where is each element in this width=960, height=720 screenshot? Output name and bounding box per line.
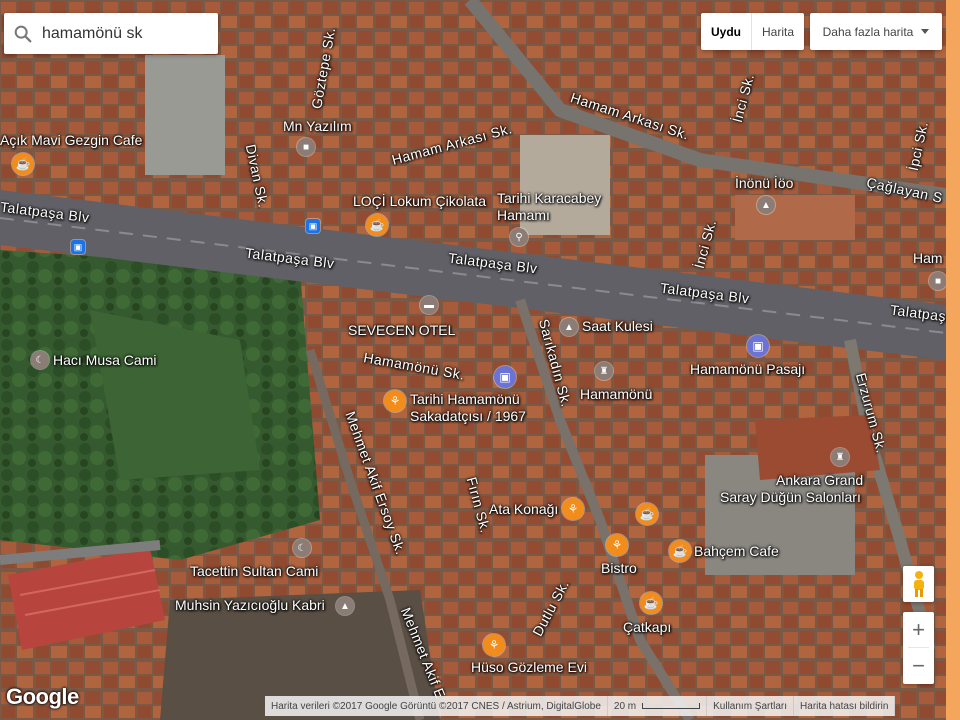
bus-stop-icon[interactable]: ▣	[71, 240, 85, 254]
scale-bar	[642, 703, 701, 709]
satellite-imagery	[0, 0, 960, 720]
map-footer: Harita verileri ©2017 Google Görüntü ©20…	[265, 696, 896, 716]
bus-stop-icon[interactable]: ▣	[306, 219, 320, 233]
restaurant-icon[interactable]: ⚘	[384, 390, 406, 412]
terms-link[interactable]: Kullanım Şartları	[707, 696, 795, 716]
cafe-icon[interactable]: ☕	[636, 503, 658, 525]
map-type-control: Uydu Harita	[701, 13, 805, 50]
restroom-icon[interactable]: ⚲	[510, 228, 528, 246]
school-icon[interactable]: ▲	[757, 196, 775, 214]
mosque-icon[interactable]: ☾	[293, 539, 311, 557]
search-box[interactable]	[4, 13, 218, 54]
attribution-text: Harita verileri ©2017 Google Görüntü ©20…	[265, 696, 608, 716]
street-view-pegman[interactable]	[903, 566, 934, 602]
zoom-in-button[interactable]: +	[903, 612, 934, 647]
scale-label: 20 m	[613, 700, 637, 712]
venue-icon[interactable]: ♜	[831, 448, 849, 466]
shopping-icon[interactable]: ▣	[494, 366, 516, 388]
search-input[interactable]	[40, 23, 214, 44]
place-icon[interactable]: ■	[297, 138, 315, 156]
window-frame-edge	[946, 0, 960, 720]
mosque-icon[interactable]: ☾	[31, 351, 49, 369]
monument-icon[interactable]: ▲	[560, 318, 578, 336]
chevron-down-icon	[921, 29, 930, 34]
map-canvas[interactable]: Talatpaşa Blv Talatpaşa Blv Talatpaşa Bl…	[0, 0, 960, 720]
place-icon[interactable]: ■	[929, 272, 947, 290]
cafe-icon[interactable]: ☕	[12, 153, 34, 175]
zoom-out-button[interactable]: −	[903, 648, 934, 683]
google-logo[interactable]: Google	[6, 684, 79, 710]
monument-icon[interactable]: ▲	[336, 597, 354, 615]
shopping-icon[interactable]: ▣	[747, 335, 769, 357]
cafe-icon[interactable]: ☕	[640, 592, 662, 614]
cafe-icon[interactable]: ☕	[366, 214, 388, 236]
scale-control[interactable]: 20 m	[608, 696, 708, 716]
more-maps-dropdown[interactable]: Daha fazla harita	[810, 13, 942, 50]
report-error-link[interactable]: Harita hatası bildirin	[794, 696, 896, 716]
restaurant-icon[interactable]: ⚘	[562, 498, 584, 520]
cafe-icon[interactable]: ☕	[669, 540, 691, 562]
more-maps-label: Daha fazla harita	[822, 24, 914, 39]
satellite-button[interactable]: Uydu	[701, 13, 752, 50]
zoom-control: + −	[903, 612, 934, 684]
map-button[interactable]: Harita	[752, 13, 804, 50]
pegman-icon	[913, 571, 924, 597]
search-icon[interactable]	[12, 23, 34, 45]
hotel-icon[interactable]: ▬	[420, 296, 438, 314]
landmark-icon[interactable]: ♜	[595, 362, 613, 380]
restaurant-icon[interactable]: ⚘	[483, 634, 505, 656]
restaurant-icon[interactable]: ⚘	[606, 534, 628, 556]
